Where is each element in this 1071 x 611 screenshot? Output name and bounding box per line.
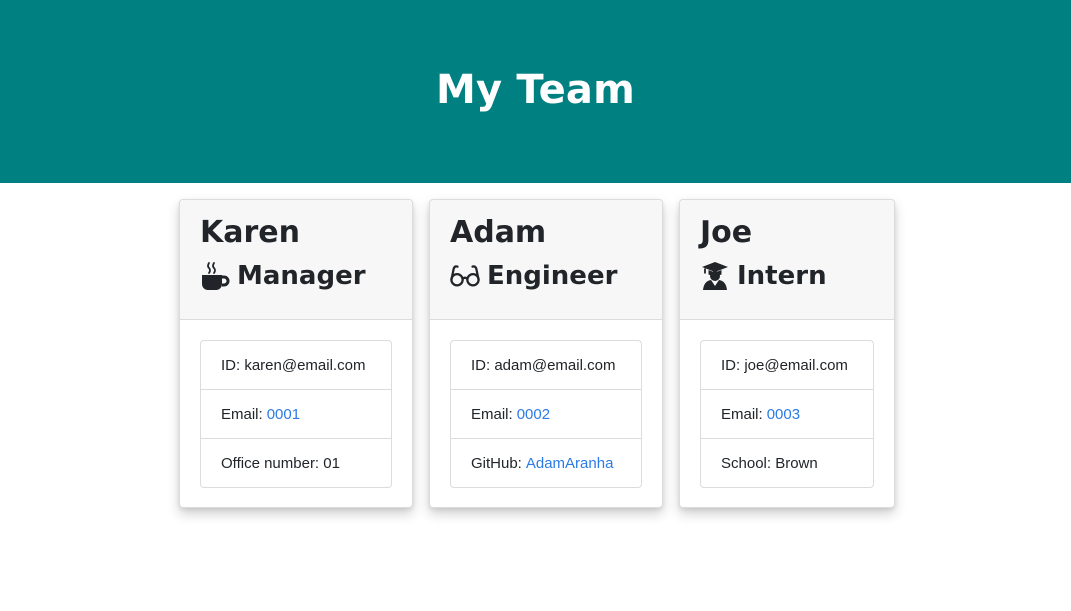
github-account: GitHub: AdamAranha — [451, 439, 641, 487]
glasses-icon — [450, 261, 480, 291]
employee-details-list: ID: karen@email.com Email: 0001 Office n… — [200, 340, 392, 488]
employee-email: Email: 0002 — [451, 390, 641, 439]
role-label: Intern — [737, 261, 827, 291]
employee-name: Adam — [450, 215, 547, 250]
employee-role: Intern — [700, 260, 874, 292]
graduate-icon — [700, 261, 730, 291]
github-label: GitHub: — [471, 454, 522, 472]
employee-id: ID: adam@email.com — [451, 341, 641, 390]
email-link[interactable]: 0003 — [767, 406, 800, 423]
school-name: School: Brown — [721, 454, 818, 472]
employee-email: Email: 0003 — [701, 390, 873, 439]
employee-card-engineer: Adam Engineer ID: adam@email.com Email: … — [429, 199, 663, 508]
coffee-mug-icon — [200, 261, 230, 291]
employee-role: Manager — [200, 260, 392, 292]
email-link[interactable]: 0001 — [267, 406, 300, 423]
github-link[interactable]: AdamAranha — [526, 455, 614, 472]
email-label: Email: — [721, 405, 763, 423]
page-header: My Team — [0, 0, 1071, 183]
email-label: Email: — [471, 405, 513, 423]
employee-card-manager: Karen Manager ID: karen@email.com Email:… — [179, 199, 413, 508]
card-body: ID: adam@email.com Email: 0002 GitHub: A… — [430, 320, 662, 488]
role-label: Engineer — [487, 261, 618, 291]
card-body: ID: joe@email.com Email: 0003 School: Br… — [680, 320, 894, 488]
employee-id: ID: joe@email.com — [701, 341, 873, 390]
email-link[interactable]: 0002 — [517, 406, 550, 423]
email-label: Email: — [221, 405, 263, 423]
page-title: My Team — [436, 66, 635, 113]
employee-email: Email: 0001 — [201, 390, 391, 439]
card-header: Karen Manager — [180, 200, 412, 320]
employee-name: Karen — [200, 215, 300, 250]
card-header: Adam Engineer — [430, 200, 662, 320]
employee-details-list: ID: adam@email.com Email: 0002 GitHub: A… — [450, 340, 642, 488]
employee-details-list: ID: joe@email.com Email: 0003 School: Br… — [700, 340, 874, 488]
office-number: Office number: 01 — [221, 454, 340, 472]
employee-card-intern: Joe Intern ID: joe@email.com Email: 0003 — [679, 199, 895, 508]
role-label: Manager — [237, 261, 366, 291]
card-body: ID: karen@email.com Email: 0001 Office n… — [180, 320, 412, 488]
employee-role: Engineer — [450, 260, 642, 292]
employee-name: Joe — [700, 215, 753, 250]
employee-id: ID: karen@email.com — [201, 341, 391, 390]
card-header: Joe Intern — [680, 200, 894, 320]
